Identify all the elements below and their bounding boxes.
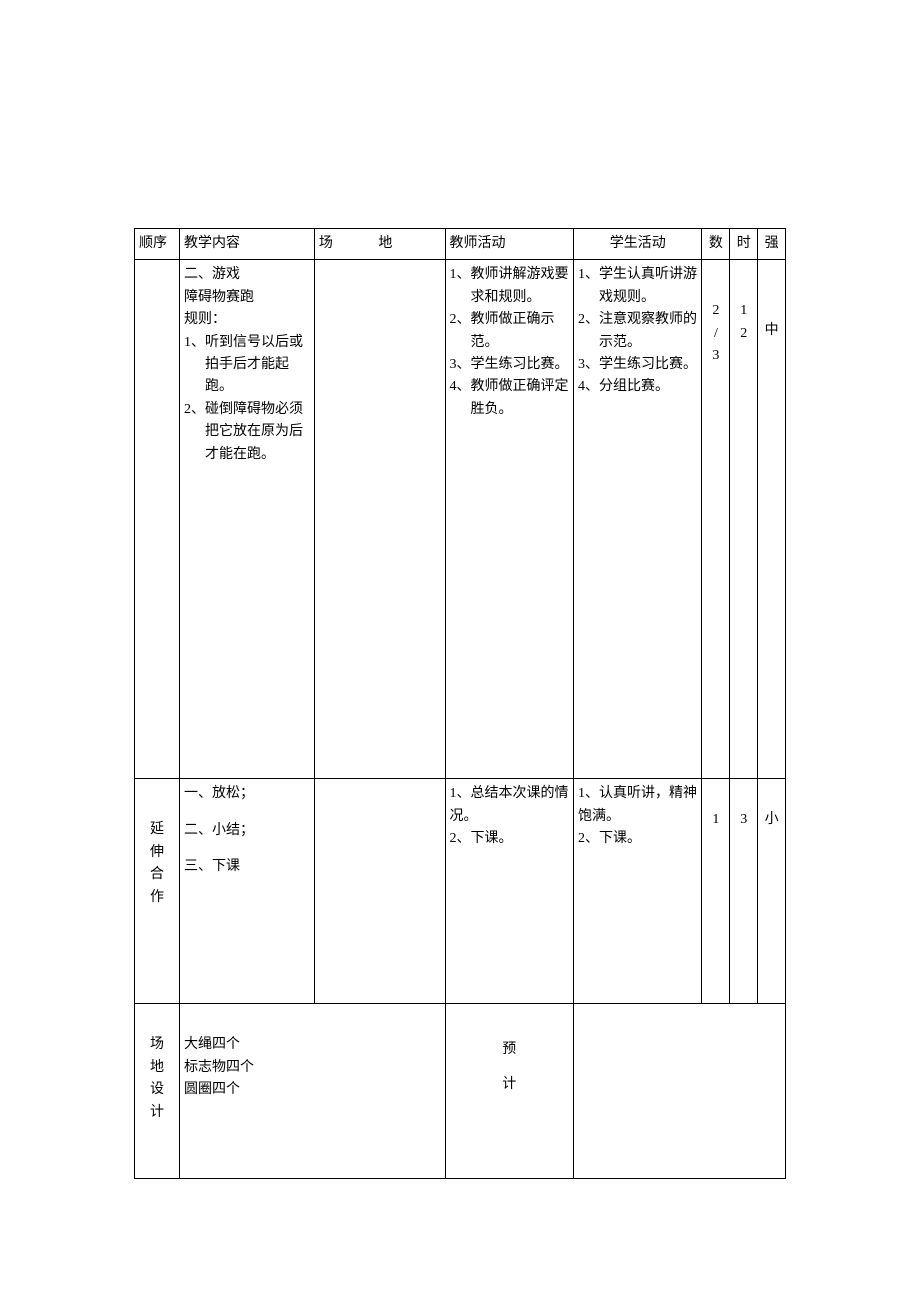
list-item: 2、教师做正确示范。 [450, 309, 569, 354]
equipment-line: 大绳四个 [184, 1034, 441, 1056]
table-row: 二、游戏 障碍物赛跑 规则： 1、听到信号以后或拍手后才能起跑。 2、碰倒障碍物… [135, 260, 786, 779]
content-subtitle2: 规则： [184, 309, 310, 331]
content-title: 二、游戏 [184, 264, 310, 286]
row3-seq: 场 地 设 计 [135, 1004, 180, 1179]
list-item: 4、分组比赛。 [578, 376, 697, 398]
header-seq: 顺序 [135, 229, 180, 260]
header-teacher: 教师活动 [445, 229, 573, 260]
list-item: 1、听到信号以后或拍手后才能起跑。 [184, 332, 310, 399]
row2-field [314, 779, 445, 1004]
header-student: 学生活动 [573, 229, 701, 260]
row2-content: 一、放松； 二、小结； 三、下课 [179, 779, 314, 1004]
header-content: 教学内容 [179, 229, 314, 260]
header-field: 场 地 [314, 229, 445, 260]
row2-num: 1 [702, 779, 730, 1004]
row1-teacher: 1、教师讲解游戏要求和规则。 2、教师做正确示范。 3、学生练习比赛。 4、教师… [445, 260, 573, 779]
header-row: 顺序 教学内容 场 地 教师活动 学生活动 数 时 强 [135, 229, 786, 260]
list-item: 4、教师做正确评定胜负。 [450, 376, 569, 421]
list-item: 2、注意观察教师的示范。 [578, 309, 697, 354]
row1-student: 1、学生认真听讲游戏规则。 2、注意观察教师的示范。 3、学生练习比赛。 4、分… [573, 260, 701, 779]
list-item: 3、学生练习比赛。 [578, 354, 697, 376]
row2-seq: 延 伸 合 作 [135, 779, 180, 1004]
row2-student: 1、认真听讲，精神饱满。 2、下课。 [573, 779, 701, 1004]
table-row: 场 地 设 计 大绳四个 标志物四个 圆圈四个 预 计 [135, 1004, 786, 1179]
row3-content: 大绳四个 标志物四个 圆圈四个 [179, 1004, 445, 1179]
list-item: 1、学生认真听讲游戏规则。 [578, 264, 697, 309]
equipment-line: 标志物四个 [184, 1057, 441, 1079]
header-time: 时 [730, 229, 758, 260]
list-item: 1、教师讲解游戏要求和规则。 [450, 264, 569, 309]
row1-time: 1 2 [730, 260, 758, 779]
row2-teacher: 1、总结本次课的情况。 2、下课。 [445, 779, 573, 1004]
teacher-line: 1、总结本次课的情况。 [450, 783, 569, 828]
list-item: 2、碰倒障碍物必须把它放在原为后才能在跑。 [184, 399, 310, 466]
content-rule-list: 1、听到信号以后或拍手后才能起跑。 2、碰倒障碍物必须把它放在原为后才能在跑。 [184, 332, 310, 466]
row1-inten: 中 [758, 260, 786, 779]
student-line: 2、下课。 [578, 828, 697, 850]
content-subtitle1: 障碍物赛跑 [184, 287, 310, 309]
row1-seq [135, 260, 180, 779]
row1-field [314, 260, 445, 779]
table-row: 延 伸 合 作 一、放松； 二、小结； 三、下课 1、总结本次课的情况。 2、下… [135, 779, 786, 1004]
content-line: 三、下课 [184, 856, 310, 878]
header-inten: 强 [758, 229, 786, 260]
content-line: 二、小结； [184, 820, 310, 842]
content-line: 一、放松； [184, 783, 310, 805]
row1-num: 2 / 3 [702, 260, 730, 779]
predict-char: 预 [450, 1032, 569, 1067]
lesson-plan-table: 顺序 教学内容 场 地 教师活动 学生活动 数 时 强 二、游戏 障碍物赛跑 规… [134, 228, 786, 1179]
teacher-activity-list: 1、教师讲解游戏要求和规则。 2、教师做正确示范。 3、学生练习比赛。 4、教师… [450, 264, 569, 421]
row2-inten: 小 [758, 779, 786, 1004]
teacher-line: 2、下课。 [450, 828, 569, 850]
row3-predict-label: 预 计 [445, 1004, 573, 1179]
row1-content: 二、游戏 障碍物赛跑 规则： 1、听到信号以后或拍手后才能起跑。 2、碰倒障碍物… [179, 260, 314, 779]
predict-char: 计 [450, 1067, 569, 1102]
student-activity-list: 1、学生认真听讲游戏规则。 2、注意观察教师的示范。 3、学生练习比赛。 4、分… [578, 264, 697, 398]
header-num: 数 [702, 229, 730, 260]
equipment-line: 圆圈四个 [184, 1079, 441, 1101]
student-line: 1、认真听讲，精神饱满。 [578, 783, 697, 828]
row3-predict-value [573, 1004, 785, 1179]
list-item: 3、学生练习比赛。 [450, 354, 569, 376]
row2-time: 3 [730, 779, 758, 1004]
